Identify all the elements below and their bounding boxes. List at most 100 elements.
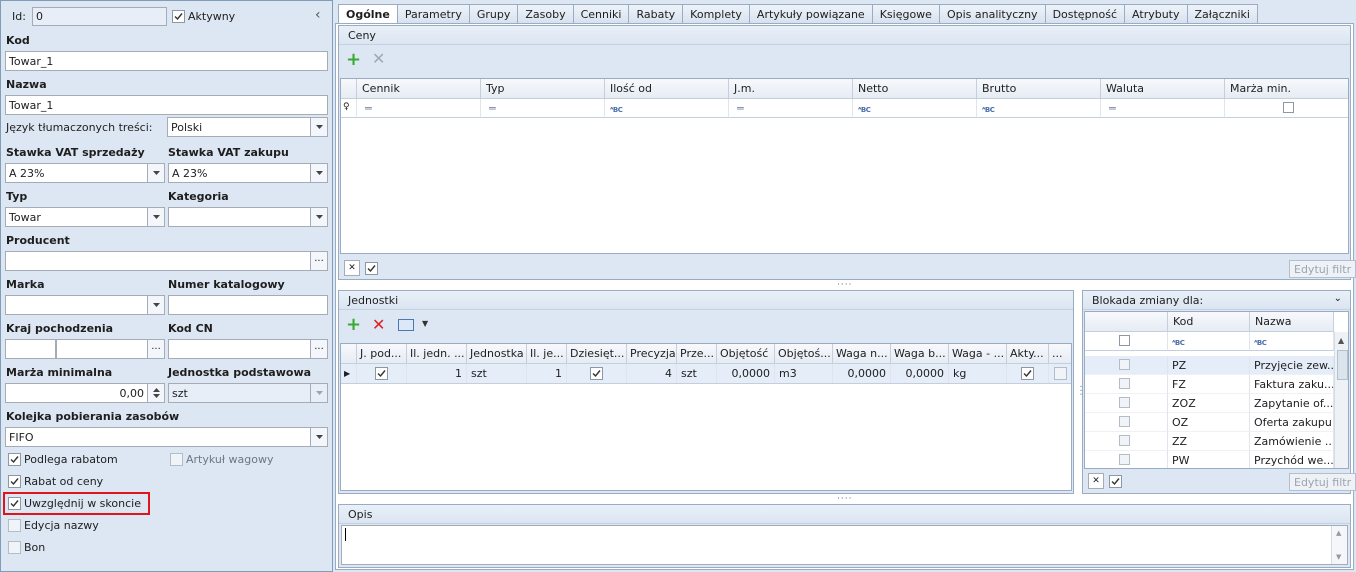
table-cell[interactable]: PW [1168, 451, 1250, 468]
table-cell[interactable]: Przyjęcie zew... [1250, 356, 1334, 375]
table-cell[interactable]: 1 [407, 364, 467, 383]
col-header[interactable]: Brutto [977, 79, 1101, 99]
tab-cenniki[interactable]: Cenniki [572, 4, 630, 24]
filter-cell[interactable]: ═ [357, 99, 481, 118]
nazwa-input[interactable]: Towar_1 [5, 95, 328, 115]
table-cell[interactable]: 4 [627, 364, 677, 383]
edycja-nazwy-checkbox[interactable] [8, 519, 21, 532]
kod-cn-input[interactable]: ··· [168, 339, 328, 359]
row-checkbox[interactable] [1119, 378, 1130, 389]
splitter-grip[interactable]: ···· [837, 494, 852, 504]
kategoria-select[interactable] [168, 207, 328, 227]
add-icon[interactable]: + [346, 51, 361, 69]
table-cell[interactable] [1085, 413, 1168, 432]
chevron-down-icon[interactable] [310, 208, 327, 226]
filter-cell[interactable] [1085, 332, 1168, 351]
kolejka-select[interactable]: FIFO [5, 427, 328, 447]
ellipsis-icon[interactable]: ··· [147, 340, 164, 358]
vat-zakupu-select[interactable]: A 23% [168, 163, 328, 183]
col-header[interactable]: J.m. [729, 79, 853, 99]
table-cell[interactable]: kg [949, 364, 1007, 383]
filter-cell[interactable]: ═ [481, 99, 605, 118]
podlega-rabatom-checkbox[interactable] [8, 453, 21, 466]
col-header[interactable]: Objętość [717, 344, 775, 364]
chevron-down-icon[interactable] [147, 164, 164, 182]
col-header[interactable]: Netto [853, 79, 977, 99]
chevron-down-icon[interactable] [310, 164, 327, 182]
tab-zalaczniki[interactable]: Załączniki [1186, 4, 1258, 24]
ellipsis-icon[interactable]: ··· [310, 340, 327, 358]
table-cell[interactable]: Zamówienie ... [1250, 432, 1334, 451]
cell-checkbox[interactable] [1054, 367, 1067, 380]
filter-cell[interactable]: ═ [729, 99, 853, 118]
tab-artykuly-powiazane[interactable]: Artykuły powiązane [748, 4, 873, 24]
table-cell[interactable]: 0,0000 [891, 364, 949, 383]
filter-cell[interactable]: ᴬBC [977, 99, 1101, 118]
filter-enabled-checkbox[interactable] [1109, 475, 1122, 488]
table-cell[interactable] [1085, 356, 1168, 375]
kraj-kod-input[interactable] [5, 339, 56, 359]
filter-cell[interactable]: ═ [1101, 99, 1225, 118]
vat-sprzedazy-select[interactable]: A 23% [5, 163, 165, 183]
col-header[interactable]: Marża min. [1225, 79, 1348, 99]
kod-input[interactable]: Towar_1 [5, 51, 328, 71]
chevron-down-icon[interactable]: ▼ [422, 319, 428, 328]
spin-buttons-icon[interactable] [147, 384, 164, 402]
tab-ksiegowe[interactable]: Księgowe [871, 4, 940, 24]
col-header[interactable]: Dziesięt... [567, 344, 627, 364]
filter-enabled-checkbox[interactable] [365, 262, 378, 275]
row-checkbox[interactable] [1119, 397, 1130, 408]
bon-checkbox[interactable] [8, 541, 21, 554]
col-header[interactable]: Objętoś... [775, 344, 833, 364]
row-checkbox[interactable] [1119, 435, 1130, 446]
table-cell[interactable] [357, 364, 407, 383]
col-header[interactable]: Precyzja [627, 344, 677, 364]
opis-textarea[interactable]: ▲ ▼ [341, 525, 1348, 565]
col-header[interactable]: Typ [481, 79, 605, 99]
row-checkbox[interactable] [1119, 359, 1130, 370]
row-checkbox[interactable] [1119, 454, 1130, 465]
tab-parametry[interactable]: Parametry [396, 4, 470, 24]
table-cell[interactable] [1085, 451, 1168, 468]
chevron-down-icon[interactable] [310, 118, 327, 136]
table-cell[interactable]: Zapytanie of... [1250, 394, 1334, 413]
scroll-down-icon[interactable]: ▼ [1336, 553, 1341, 561]
scroll-up-icon[interactable]: ▲ [1338, 336, 1344, 345]
chevron-down-icon[interactable]: ⌄ [1334, 293, 1342, 304]
chevron-down-icon[interactable] [147, 296, 164, 314]
clear-filter-icon[interactable]: ✕ [344, 260, 360, 276]
row-checkbox[interactable] [1119, 416, 1130, 427]
vertical-scrollbar[interactable]: ▲ ▼ [1331, 526, 1347, 564]
table-cell[interactable]: ZZ [1168, 432, 1250, 451]
col-header[interactable]: Waga n... [833, 344, 891, 364]
col-header[interactable]: Cennik [357, 79, 481, 99]
grid-view-icon[interactable] [398, 319, 414, 331]
ellipsis-icon[interactable]: ··· [310, 252, 327, 270]
col-header[interactable]: ... [1049, 344, 1071, 364]
col-header[interactable]: J. pod... [357, 344, 407, 364]
col-header[interactable]: Nazwa [1250, 312, 1334, 332]
table-cell[interactable] [1085, 394, 1168, 413]
filter-cell[interactable]: ᴬBC [605, 99, 729, 118]
filter-cell[interactable]: ᴬBC [853, 99, 977, 118]
typ-select[interactable]: Towar [5, 207, 165, 227]
col-header[interactable]: Waluta [1101, 79, 1225, 99]
uwzglednij-w-skoncie-checkbox[interactable] [8, 497, 21, 510]
table-cell[interactable]: 1 [527, 364, 567, 383]
collapse-panel-icon[interactable]: ‹ [315, 7, 321, 23]
jezyk-select[interactable]: Polski [167, 117, 328, 137]
chevron-down-icon[interactable] [310, 428, 327, 446]
splitter-grip[interactable]: ···· [837, 280, 852, 290]
table-cell[interactable]: szt [677, 364, 717, 383]
table-cell[interactable] [1049, 364, 1071, 383]
table-cell[interactable] [567, 364, 627, 383]
tab-grupy[interactable]: Grupy [468, 4, 519, 24]
col-header[interactable]: Il. jedn. ... [407, 344, 467, 364]
table-cell[interactable]: OZ [1168, 413, 1250, 432]
tab-dostepnosc[interactable]: Dostępność [1044, 4, 1126, 24]
scrollbar-thumb[interactable] [1337, 350, 1348, 380]
table-cell[interactable]: FZ [1168, 375, 1250, 394]
tab-rabaty[interactable]: Rabaty [628, 4, 684, 24]
table-cell[interactable]: 0,0000 [717, 364, 775, 383]
aktywny-checkbox[interactable] [172, 10, 185, 23]
